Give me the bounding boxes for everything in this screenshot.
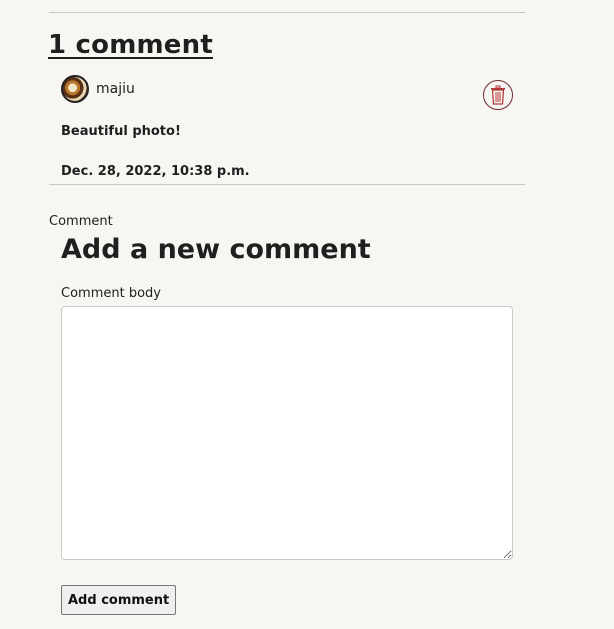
comment-form-label: Comment xyxy=(49,214,113,229)
delete-comment-button[interactable] xyxy=(483,80,513,110)
add-comment-button[interactable]: Add comment xyxy=(61,585,177,615)
comment-body-label: Comment body xyxy=(61,286,161,301)
comment-date: Dec. 28, 2022, 10:38 p.m. xyxy=(61,164,250,179)
comment-item: majiu Beautiful photo! Dec. 28, 2022, 10… xyxy=(61,75,525,184)
user-avatar-icon xyxy=(61,75,89,103)
comment-body-textarea[interactable] xyxy=(61,306,513,560)
comment-divider xyxy=(49,184,525,185)
comments-count-heading[interactable]: 1 comment xyxy=(48,30,213,60)
add-comment-title: Add a new comment xyxy=(61,234,371,265)
comment-username[interactable]: majiu xyxy=(96,81,135,97)
top-divider xyxy=(49,12,525,13)
comment-body: Beautiful photo! xyxy=(61,124,181,139)
trash-icon xyxy=(491,85,505,105)
